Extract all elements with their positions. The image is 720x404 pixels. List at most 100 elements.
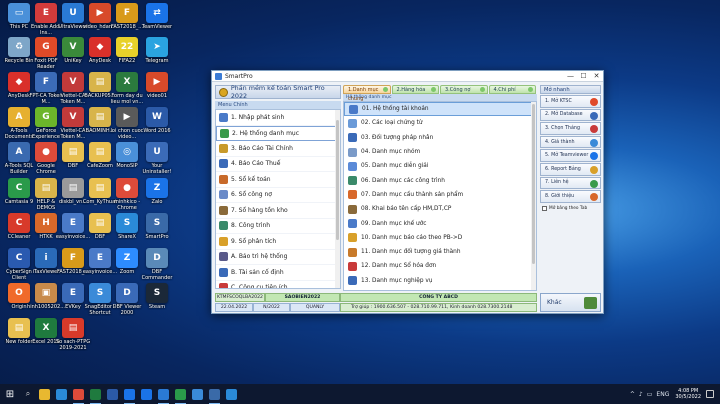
- tray-icon[interactable]: ^: [630, 391, 635, 398]
- menu-item-label: 1. Nhập phát sinh: [231, 113, 285, 121]
- desktop-icon[interactable]: S Steam: [140, 283, 174, 310]
- minimize-button[interactable]: —: [564, 71, 577, 81]
- clock[interactable]: 4:08 PM 30/5/2022: [675, 388, 701, 400]
- quick-open-button[interactable]: 2. Mở Database: [540, 108, 601, 122]
- desktop-icon[interactable]: U Your Uninstaller!: [140, 142, 174, 175]
- maximize-button[interactable]: ☐: [577, 71, 590, 81]
- quick-open-button[interactable]: 4. Giá thành: [540, 135, 601, 149]
- desktop-icon[interactable]: D DBF Viewer 2000: [110, 283, 144, 316]
- catalog-item[interactable]: 11. Danh mục đối tượng giá thành: [344, 245, 536, 259]
- close-button[interactable]: ✕: [590, 71, 603, 81]
- catalog-item[interactable]: 03. Đối tượng pháp nhân: [344, 131, 536, 145]
- desktop-app-icon: ⇄: [146, 3, 168, 23]
- taskbar-snagit-button[interactable]: [189, 384, 206, 404]
- menu-item[interactable]: 9. Sổ phân tích: [216, 234, 340, 250]
- desktop-icon[interactable]: ▶ loi chon cuoc video...: [110, 107, 144, 140]
- menu-item[interactable]: 8. Công trình: [216, 219, 340, 234]
- catalog-scrollbar[interactable]: [531, 102, 536, 290]
- taskbar-sharex-button[interactable]: [223, 384, 240, 404]
- taskbar-camtasia-button[interactable]: [172, 384, 189, 404]
- desktop-app-icon: D: [146, 248, 168, 268]
- desktop-icon[interactable]: S SmartPro: [140, 213, 174, 240]
- tray-icon[interactable]: ENG: [656, 391, 669, 398]
- status-support: Trợ giúp : 1900.636.507 - 028.710.99.711…: [340, 303, 537, 312]
- catalog-item[interactable]: 07. Danh mục cấu thành sản phẩm: [344, 188, 536, 202]
- menu-item[interactable]: C. Công cụ tiện ích: [216, 281, 340, 288]
- quick-open-button[interactable]: 8. Giới thiệu: [540, 190, 601, 203]
- menu-item[interactable]: 6. Sổ công nợ: [216, 188, 340, 203]
- desktop-icon-label: TeamViewer: [141, 24, 173, 30]
- desktop-icon[interactable]: W Word 2016: [140, 107, 174, 134]
- taskbar-teamviewer-button[interactable]: [138, 384, 155, 404]
- catalog-item[interactable]: 01. Hệ thống tài khoản: [344, 102, 536, 117]
- search-icon[interactable]: ⌕: [20, 384, 36, 404]
- quick-open-button[interactable]: 6. Report Bảng: [540, 162, 601, 176]
- tab-3[interactable]: 3.Công nợ: [440, 85, 488, 94]
- catalog-item[interactable]: 12. Danh mục Sổ hóa đơn: [344, 259, 536, 273]
- checkbox-box[interactable]: [542, 205, 547, 211]
- catalog-item[interactable]: 13. Danh mục nghiệp vụ: [344, 274, 536, 288]
- menu-item[interactable]: 3. Báo Cáo Tài Chính: [216, 141, 340, 157]
- taskbar-smartpro-button[interactable]: [206, 384, 223, 404]
- window-titlebar[interactable]: SmartPro — ☐ ✕: [212, 71, 603, 82]
- catalog-item[interactable]: 10. Danh mục báo cáo theo PB->D: [344, 231, 536, 245]
- menu-item-icon: [219, 283, 228, 288]
- desktop-icon[interactable]: ▶ video01: [140, 72, 174, 99]
- tab-2[interactable]: 2.Hàng hóa: [391, 85, 439, 94]
- desktop-app-icon: ▣: [35, 283, 57, 303]
- desktop-icon[interactable]: Z Zalo: [140, 178, 174, 205]
- tray-icon[interactable]: ♪: [639, 391, 643, 398]
- menu-item[interactable]: 4. Báo Cáo Thuế: [216, 157, 340, 172]
- menu-item-label: B. Tài sản cố định: [231, 268, 284, 276]
- catalog-item[interactable]: 04. Danh mục nhóm: [344, 145, 536, 159]
- catalog-item[interactable]: 06. Danh mục các công trình: [344, 173, 536, 187]
- start-button[interactable]: ⊞: [0, 384, 20, 404]
- taskbar-zalo-button[interactable]: [121, 384, 138, 404]
- desktop-app-icon: ▤: [89, 107, 111, 127]
- catalog-item-label: 13. Danh mục nghiệp vụ: [361, 277, 433, 284]
- desktop-icon[interactable]: X Form day du lieu mol vn...: [110, 72, 144, 105]
- taskbar-edge-button[interactable]: [53, 384, 70, 404]
- taskbar-excel-button[interactable]: [87, 384, 104, 404]
- quick-open-button[interactable]: 7. Liên hệ: [540, 176, 601, 190]
- menu-item[interactable]: 5. Sổ kế toán: [216, 172, 340, 188]
- desktop-icon[interactable]: ▤ So sach-PTPG 2019-2021: [56, 318, 90, 351]
- status-date: 22.04.2022: [215, 303, 253, 312]
- desktop-icon[interactable]: ➤ Telegram: [140, 37, 174, 64]
- tab-4[interactable]: 4.Chi phí: [488, 85, 536, 94]
- menu-item[interactable]: B. Tài sản cố định: [216, 265, 340, 281]
- taskbar-chrome-button[interactable]: [70, 384, 87, 404]
- tab-1[interactable]: 1.Danh mục chung: [343, 85, 391, 102]
- taskbar-word-button[interactable]: [104, 384, 121, 404]
- desktop-app-icon: S: [146, 213, 168, 233]
- excel-icon: [90, 388, 101, 400]
- catalog-item-label: 05. Danh mục diễn giải: [361, 163, 429, 170]
- tray-icon[interactable]: ▭: [647, 391, 653, 398]
- catalog-item[interactable]: 09. Danh mục khế ước: [344, 216, 536, 230]
- notification-icon[interactable]: [706, 390, 714, 398]
- status-user: QUANLY: [290, 303, 340, 312]
- menu-heading: Menu Chính: [215, 101, 341, 109]
- catalog-item[interactable]: 02. Các loại chứng từ: [344, 116, 536, 130]
- desktop-icon[interactable]: ● minhkico - Chrome: [110, 178, 144, 211]
- menu-item[interactable]: 2. Hệ thống danh mục: [216, 125, 340, 141]
- other-button[interactable]: Khác: [540, 293, 601, 312]
- taskbar-ultraviewer-button[interactable]: [155, 384, 172, 404]
- quick-open-button[interactable]: 1. Mở KTSC: [540, 95, 601, 108]
- desktop-icon[interactable]: D DBF Commander: [140, 248, 174, 281]
- open-by-tab-checkbox[interactable]: Mở bảng theo Tab: [540, 205, 601, 211]
- desktop-app-icon: U: [146, 142, 168, 162]
- catalog-item[interactable]: 08. Khai báo tên cấp HM,DT,CP: [344, 202, 536, 216]
- quick-open-button[interactable]: 3. Chọn Tháng: [540, 122, 601, 135]
- catalog-item-label: 11. Danh mục đối tượng giá thành: [361, 249, 461, 256]
- menu-scrollbar[interactable]: [335, 110, 340, 288]
- camtasia-icon: [175, 388, 186, 400]
- taskbar-file-explorer-button[interactable]: [36, 384, 53, 404]
- menu-item[interactable]: 7. Sổ hàng tồn kho: [216, 203, 340, 219]
- menu-item[interactable]: 1. Nhập phát sinh: [216, 110, 340, 126]
- quick-open-button[interactable]: 5. Mở Teamviewer: [540, 149, 601, 162]
- catalog-item[interactable]: 05. Danh mục diễn giải: [344, 159, 536, 173]
- menu-item[interactable]: A. Bảo trì hệ thống: [216, 250, 340, 265]
- desktop-icon-label: Zalo: [151, 199, 163, 205]
- desktop-icon[interactable]: ⇄ TeamViewer: [140, 3, 174, 30]
